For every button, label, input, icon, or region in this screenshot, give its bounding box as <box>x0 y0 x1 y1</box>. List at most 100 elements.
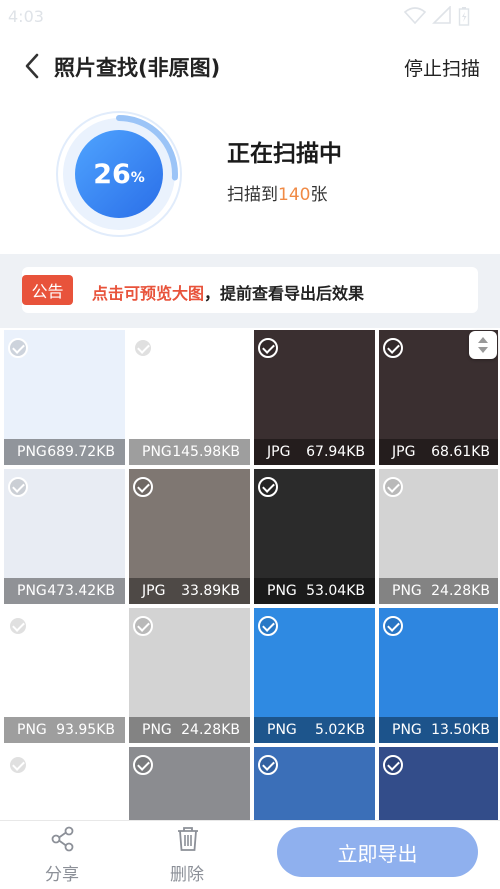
chevron-left-icon <box>25 53 39 79</box>
photo-size: 24.28KB <box>181 722 240 738</box>
photo-size: 145.98KB <box>172 444 240 460</box>
photo-type: PNG <box>17 444 47 460</box>
photo-size: 67.94KB <box>306 444 365 460</box>
photo-type: PNG <box>267 583 297 599</box>
select-checkbox[interactable] <box>258 616 278 636</box>
notice-band: 公告 点击可预览大图，提前查看导出后效果 <box>0 254 500 328</box>
photo-type: PNG <box>267 722 297 738</box>
photo-tile[interactable]: PNG 24.28KB <box>379 469 498 604</box>
photo-meta: PNG 689.72KB <box>4 439 125 465</box>
photo-type: JPG <box>267 444 291 460</box>
photo-meta: PNG 24.28KB <box>129 717 250 743</box>
photo-type: PNG <box>392 722 422 738</box>
stop-scan-button[interactable]: 停止扫描 <box>404 54 480 81</box>
photo-size: 33.89KB <box>181 583 240 599</box>
photo-meta: JPG 67.94KB <box>254 439 375 465</box>
photo-meta: PNG 5.02KB <box>254 717 375 743</box>
select-checkbox[interactable] <box>383 477 403 497</box>
notice-banner[interactable]: 公告 点击可预览大图，提前查看导出后效果 <box>22 267 478 313</box>
back-button[interactable] <box>20 51 46 81</box>
wifi-icon <box>404 7 426 24</box>
photo-tile[interactable]: JPG 33.89KB <box>129 469 250 604</box>
photo-size: 473.42KB <box>47 583 115 599</box>
notice-tag: 公告 <box>22 275 73 305</box>
signal-icon <box>432 6 451 24</box>
photo-meta: PNG 145.98KB <box>129 439 250 465</box>
photo-tile[interactable]: PNG 93.95KB <box>4 608 125 743</box>
scan-count-prefix: 扫描到 <box>227 185 278 205</box>
photo-size: 13.50KB <box>431 722 490 738</box>
photo-type: PNG <box>17 722 47 738</box>
select-checkbox[interactable] <box>133 477 153 497</box>
scroll-handle[interactable] <box>469 331 497 359</box>
photo-type: JPG <box>392 444 416 460</box>
select-checkbox[interactable] <box>133 616 153 636</box>
photo-tile[interactable] <box>129 747 250 820</box>
select-checkbox[interactable] <box>133 338 153 358</box>
battery-icon <box>458 7 470 26</box>
select-checkbox[interactable] <box>8 477 28 497</box>
photo-tile[interactable]: PNG 53.04KB <box>254 469 375 604</box>
select-checkbox[interactable] <box>8 616 28 636</box>
photo-type: PNG <box>392 583 422 599</box>
photo-meta: PNG 24.28KB <box>379 578 498 604</box>
photo-type: JPG <box>142 583 166 599</box>
select-checkbox[interactable] <box>258 755 278 775</box>
photo-tile[interactable] <box>4 747 125 820</box>
status-time: 4:03 <box>8 7 44 26</box>
photo-tile[interactable]: PNG 689.72KB <box>4 330 125 465</box>
scan-count-number: 140 <box>278 185 311 205</box>
export-button[interactable]: 立即导出 <box>277 827 478 877</box>
photo-type: PNG <box>142 722 172 738</box>
sort-arrows-icon <box>478 337 488 353</box>
select-checkbox[interactable] <box>133 755 153 775</box>
photo-size: 93.95KB <box>56 722 115 738</box>
photo-grid: PNG 689.72KB PNG 145.98KB JPG 67.94KB JPG 68.61… <box>4 330 498 820</box>
percent-sign: % <box>130 170 145 186</box>
photo-meta: PNG 13.50KB <box>379 717 498 743</box>
photo-size: 24.28KB <box>431 583 490 599</box>
photo-tile[interactable] <box>379 747 498 820</box>
percent-value: 26 <box>93 158 131 190</box>
photo-tile[interactable]: PNG 24.28KB <box>129 608 250 743</box>
page-title: 照片查找(非原图) <box>54 56 221 80</box>
photo-tile[interactable]: PNG 473.42KB <box>4 469 125 604</box>
scan-percent: 26 % <box>53 108 185 240</box>
scan-title: 正在扫描中 <box>227 141 342 167</box>
notice-rest: ，提前查看导出后效果 <box>204 284 365 303</box>
photo-size: 68.61KB <box>431 444 490 460</box>
select-checkbox[interactable] <box>258 477 278 497</box>
photo-tile[interactable]: PNG 145.98KB <box>129 330 250 465</box>
photo-tile[interactable] <box>254 747 375 820</box>
trash-icon <box>178 827 198 851</box>
delete-button[interactable]: 删除 <box>157 825 217 885</box>
status-icons <box>404 6 470 26</box>
photo-tile[interactable]: JPG 67.94KB <box>254 330 375 465</box>
delete-label: 删除 <box>170 865 204 885</box>
select-checkbox[interactable] <box>8 755 28 775</box>
share-button[interactable]: 分享 <box>32 825 92 885</box>
share-label: 分享 <box>45 865 79 885</box>
photo-size: 53.04KB <box>306 583 365 599</box>
photo-type: PNG <box>17 583 47 599</box>
select-checkbox[interactable] <box>383 338 403 358</box>
photo-meta: PNG 53.04KB <box>254 578 375 604</box>
select-checkbox[interactable] <box>383 616 403 636</box>
notice-text: 点击可预览大图，提前查看导出后效果 <box>92 280 364 304</box>
scan-count-suffix: 张 <box>310 185 328 205</box>
select-checkbox[interactable] <box>258 338 278 358</box>
header: 照片查找(非原图) 停止扫描 <box>0 34 500 100</box>
photo-size: 5.02KB <box>315 722 365 738</box>
photo-size: 689.72KB <box>47 444 115 460</box>
photo-meta: PNG 93.95KB <box>4 717 125 743</box>
photo-meta: PNG 473.42KB <box>4 578 125 604</box>
select-checkbox[interactable] <box>383 755 403 775</box>
status-bar: 4:03 <box>0 0 500 34</box>
photo-tile[interactable]: PNG 5.02KB <box>254 608 375 743</box>
photo-meta: JPG 33.89KB <box>129 578 250 604</box>
bottom-action-bar: 分享 删除 立即导出 <box>0 820 500 889</box>
photo-meta: JPG 68.61KB <box>379 439 498 465</box>
notice-highlight: 点击可预览大图 <box>92 284 205 303</box>
select-checkbox[interactable] <box>8 338 28 358</box>
photo-tile[interactable]: PNG 13.50KB <box>379 608 498 743</box>
